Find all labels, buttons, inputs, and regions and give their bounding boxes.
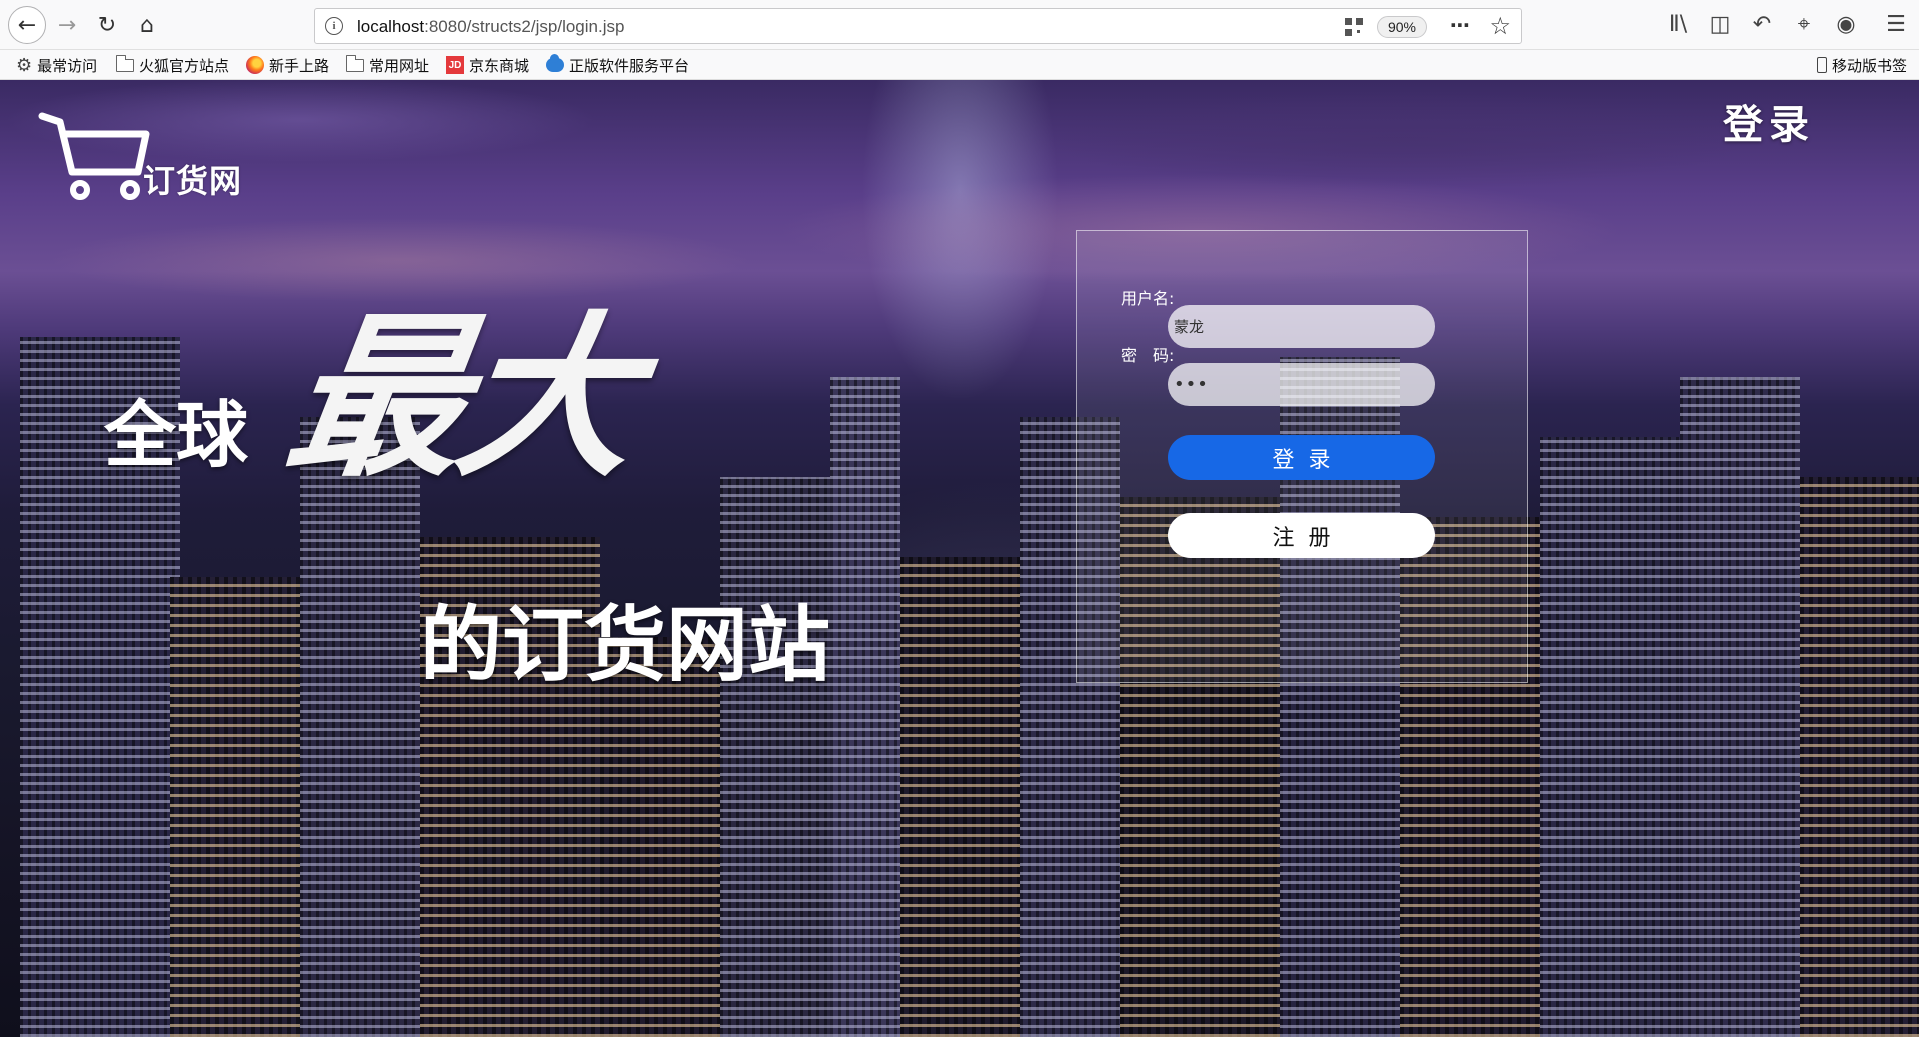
slogan-global: 全球 [104,393,249,477]
password-input[interactable] [1168,363,1435,406]
skyscraper [900,557,1040,1037]
bookmark-firefox-official[interactable]: 火狐官方站点 [115,54,230,76]
bookmark-label: 正版软件服务平台 [569,56,690,75]
bookmark-mobile[interactable]: 移动版书签 [1816,54,1907,76]
password-label: 密 码: [1121,346,1175,365]
bookmark-label: 最常访问 [37,56,98,75]
back-arrow-icon[interactable]: ← [8,6,46,44]
forward-arrow-icon[interactable]: → [50,8,84,42]
login-button[interactable]: 登录 [1168,435,1435,480]
login-form-panel: 用户名: 密 码: 登录 注册 [1076,230,1528,683]
slogan-biggest: 最大 [275,294,645,501]
skyscraper [1540,437,1680,1037]
bookmark-label: 移动版书签 [1831,56,1907,75]
skyscraper [600,637,720,1037]
slogan-site: 的订货网站 [420,598,831,693]
crop-screenshot-icon[interactable]: ⌖ [1791,12,1817,37]
firefox-icon [246,56,264,74]
page-actions-icon[interactable]: ⋯ [1450,13,1471,37]
bookmark-getting-started[interactable]: 新手上路 [246,54,329,76]
skyscraper [1680,377,1800,1037]
browser-nav-bar: ← → ↻ ⌂ i localhost:8080/structs2/jsp/lo… [0,0,1919,50]
url-text[interactable]: localhost:8080/structs2/jsp/login.jsp [357,17,624,37]
library-icon[interactable]: Ⅱ\ [1665,12,1691,37]
url-host: localhost [357,17,425,36]
bookmark-common-sites[interactable]: 常用网址 [345,54,430,76]
folder-icon [345,54,364,72]
bookmarks-bar: ⚙ 最常访问 火狐官方站点 新手上路 常用网址 JD 京东商城 正版软件服务平台… [0,50,1919,80]
skyscraper [720,477,830,1037]
mobile-phone-icon [1816,57,1827,73]
sky-background [0,80,1919,340]
bookmark-label: 新手上路 [269,56,330,75]
zoom-level-badge[interactable]: 90% [1377,16,1427,38]
skyscraper [300,417,420,1037]
undo-icon[interactable]: ↶ [1749,12,1775,37]
sidebar-icon[interactable]: ◫ [1707,12,1733,37]
hamburger-menu-icon[interactable]: ☰ [1883,12,1909,37]
bookmark-star-icon[interactable]: ☆ [1489,12,1511,40]
reload-icon[interactable]: ↻ [90,8,124,42]
bookmark-genuine-software[interactable]: 正版软件服务平台 [546,54,689,76]
cloud-icon [546,54,564,72]
logo-text: 订货网 [143,162,243,200]
bookmark-label: 火狐官方站点 [139,56,230,75]
gear-icon: ⚙ [16,54,33,76]
register-button[interactable]: 注册 [1168,513,1435,558]
chat-bubble-icon[interactable]: ◉ [1833,12,1859,37]
login-page: 订货网 登录 全球 最大 的订货网站 用户名: 密 码: 登录 注册 [0,80,1919,1037]
home-icon[interactable]: ⌂ [130,8,164,42]
url-path: :8080/structs2/jsp/login.jsp [424,17,625,36]
header-login-link[interactable]: 登录 [1723,92,1815,150]
bookmark-jd-mall[interactable]: JD 京东商城 [446,54,529,76]
username-input[interactable] [1168,305,1435,348]
jd-icon: JD [446,56,464,74]
bookmark-label: 常用网址 [369,56,430,75]
skyscraper [830,377,900,1037]
bookmark-label: 京东商城 [469,56,530,75]
folder-icon [115,54,134,72]
skyscraper [170,577,310,1037]
bookmark-most-visited[interactable]: ⚙ 最常访问 [16,54,97,76]
url-bar[interactable]: i localhost:8080/structs2/jsp/login.jsp … [314,8,1522,44]
skyscraper [1800,477,1919,1037]
site-info-icon[interactable]: i [325,17,343,35]
username-label: 用户名: [1121,289,1175,308]
qr-code-icon[interactable] [1345,18,1363,36]
